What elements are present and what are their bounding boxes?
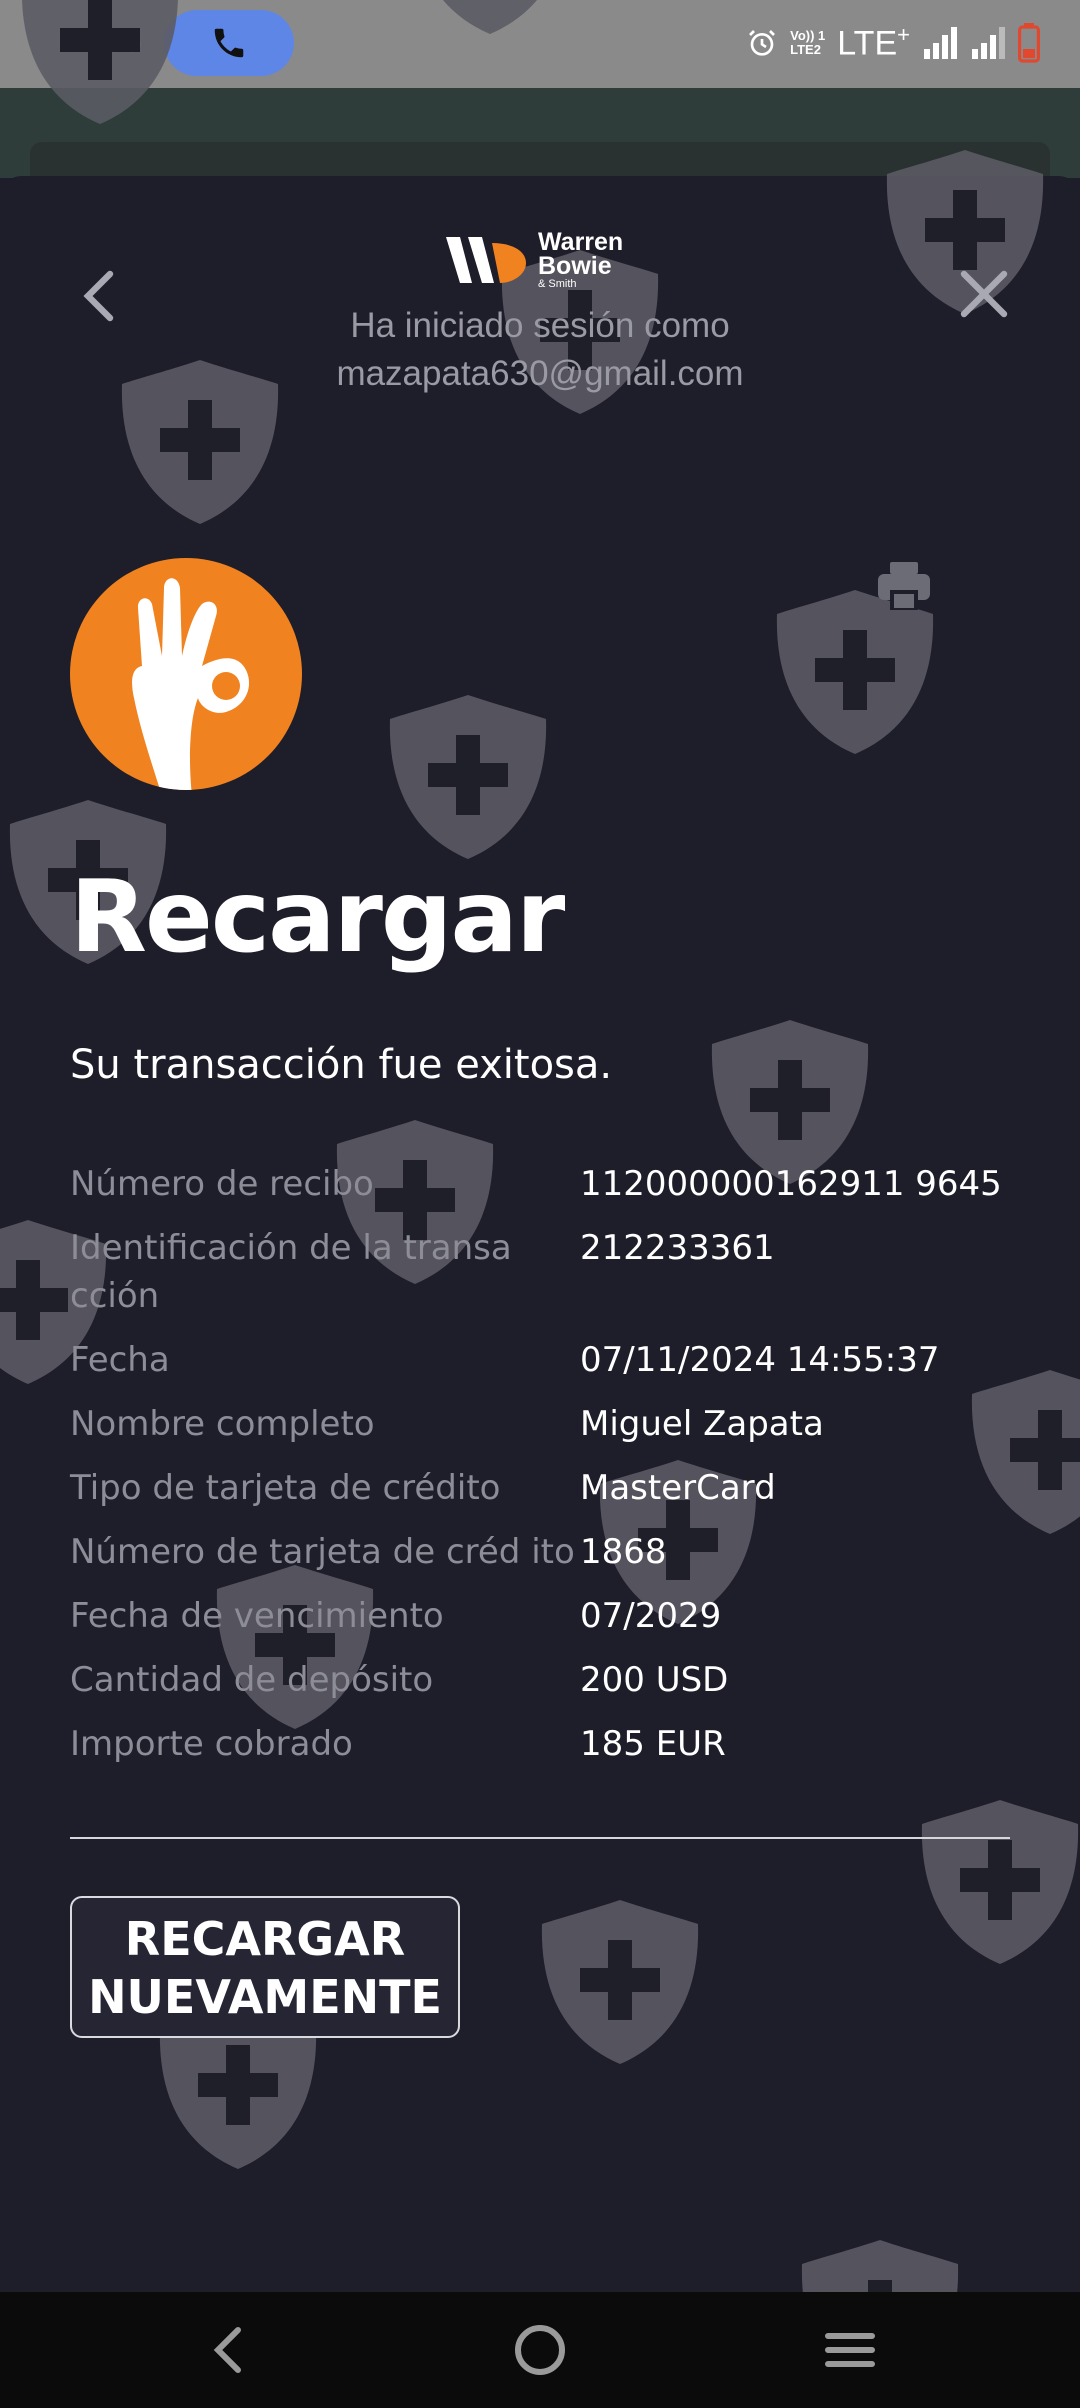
detail-row-date: Fecha 07/11/2024 14:55:37 xyxy=(70,1336,1010,1400)
signal-icon xyxy=(924,27,957,59)
detail-row-card-number: Número de tarjeta de créd ito 1868 xyxy=(70,1528,1010,1592)
session-email: mazapata630@gmail.com xyxy=(336,354,744,393)
ongoing-call-pill[interactable] xyxy=(164,10,294,76)
detail-label: Tipo de tarjeta de crédito xyxy=(70,1468,501,1508)
detail-value: 185 EUR xyxy=(580,1724,726,1764)
status-time: 2:55 xyxy=(76,22,143,60)
detail-row-deposit-amount: Cantidad de depósito 200 USD xyxy=(70,1656,1010,1720)
nav-menu-icon[interactable] xyxy=(820,2320,880,2380)
nav-back-icon[interactable] xyxy=(200,2320,260,2380)
status-bar: 2:55 Vo)) 1 LTE2 LTE+ xyxy=(0,0,1080,88)
print-icon[interactable] xyxy=(874,556,934,616)
session-info: Ha iniciado sesión como mazapata630@gmai… xyxy=(0,302,1080,398)
detail-label: Cantidad de depósito xyxy=(70,1660,434,1700)
detail-value: 200 USD xyxy=(580,1660,729,1700)
detail-value: 07/2029 xyxy=(580,1596,722,1636)
brand-logo-mark xyxy=(446,237,526,283)
recharge-again-label-line1: RECARGAR xyxy=(124,1912,406,1966)
page-title: Recargar xyxy=(70,858,565,975)
details-divider xyxy=(70,1837,1010,1839)
recharge-again-label-line2: NUEVAMENTE xyxy=(88,1970,442,2024)
detail-label: Fecha xyxy=(70,1340,170,1380)
battery-low-icon xyxy=(1018,23,1040,63)
detail-row-transaction-id: Identificación de la transa cción 212233… xyxy=(70,1224,1010,1336)
ok-hand-icon xyxy=(70,558,302,790)
signal-icon xyxy=(972,27,1005,59)
detail-label: Nombre completo xyxy=(70,1404,375,1444)
brand-logo-text: Warren Bowie & Smith xyxy=(538,228,624,291)
transaction-details: Número de recibo 112000000162911 9645 Id… xyxy=(70,1160,1010,1784)
detail-label: Importe cobrado xyxy=(70,1724,353,1764)
detail-value: 112000000162911 9645 xyxy=(580,1164,1002,1204)
status-icons: Vo)) 1 LTE2 LTE+ xyxy=(746,20,1040,66)
detail-row-card-type: Tipo de tarjeta de crédito MasterCard xyxy=(70,1464,1010,1528)
nav-home-icon[interactable] xyxy=(510,2320,570,2380)
phone-icon xyxy=(214,28,244,58)
detail-label: Identificación de la transa cción xyxy=(70,1228,512,1316)
recharge-again-button[interactable]: RECARGAR NUEVAMENTE xyxy=(70,1896,460,2038)
detail-value: Miguel Zapata xyxy=(580,1404,824,1444)
alarm-icon xyxy=(749,30,776,56)
detail-value: 1868 xyxy=(580,1532,667,1572)
detail-label: Número de tarjeta de créd ito xyxy=(70,1532,575,1572)
system-nav-bar xyxy=(0,2292,1080,2408)
detail-row-receipt: Número de recibo 112000000162911 9645 xyxy=(70,1160,1010,1224)
network-type: LTE+ xyxy=(837,22,910,63)
session-label: Ha iniciado sesión como xyxy=(350,306,730,345)
detail-value: 07/11/2024 14:55:37 xyxy=(580,1340,940,1380)
detail-value: 212233361 xyxy=(580,1228,775,1268)
detail-label: Fecha de vencimiento xyxy=(70,1596,444,1636)
volte-indicator: Vo)) 1 LTE2 xyxy=(790,28,826,57)
detail-value: MasterCard xyxy=(580,1468,776,1508)
detail-row-expiry: Fecha de vencimiento 07/2029 xyxy=(70,1592,1010,1656)
detail-row-full-name: Nombre completo Miguel Zapata xyxy=(70,1400,1010,1464)
success-message: Su transacción fue exitosa. xyxy=(70,1042,613,1088)
detail-row-charged-amount: Importe cobrado 185 EUR xyxy=(70,1720,1010,1784)
brand-logo: Warren Bowie & Smith xyxy=(442,228,623,292)
detail-label: Número de recibo xyxy=(70,1164,374,1204)
